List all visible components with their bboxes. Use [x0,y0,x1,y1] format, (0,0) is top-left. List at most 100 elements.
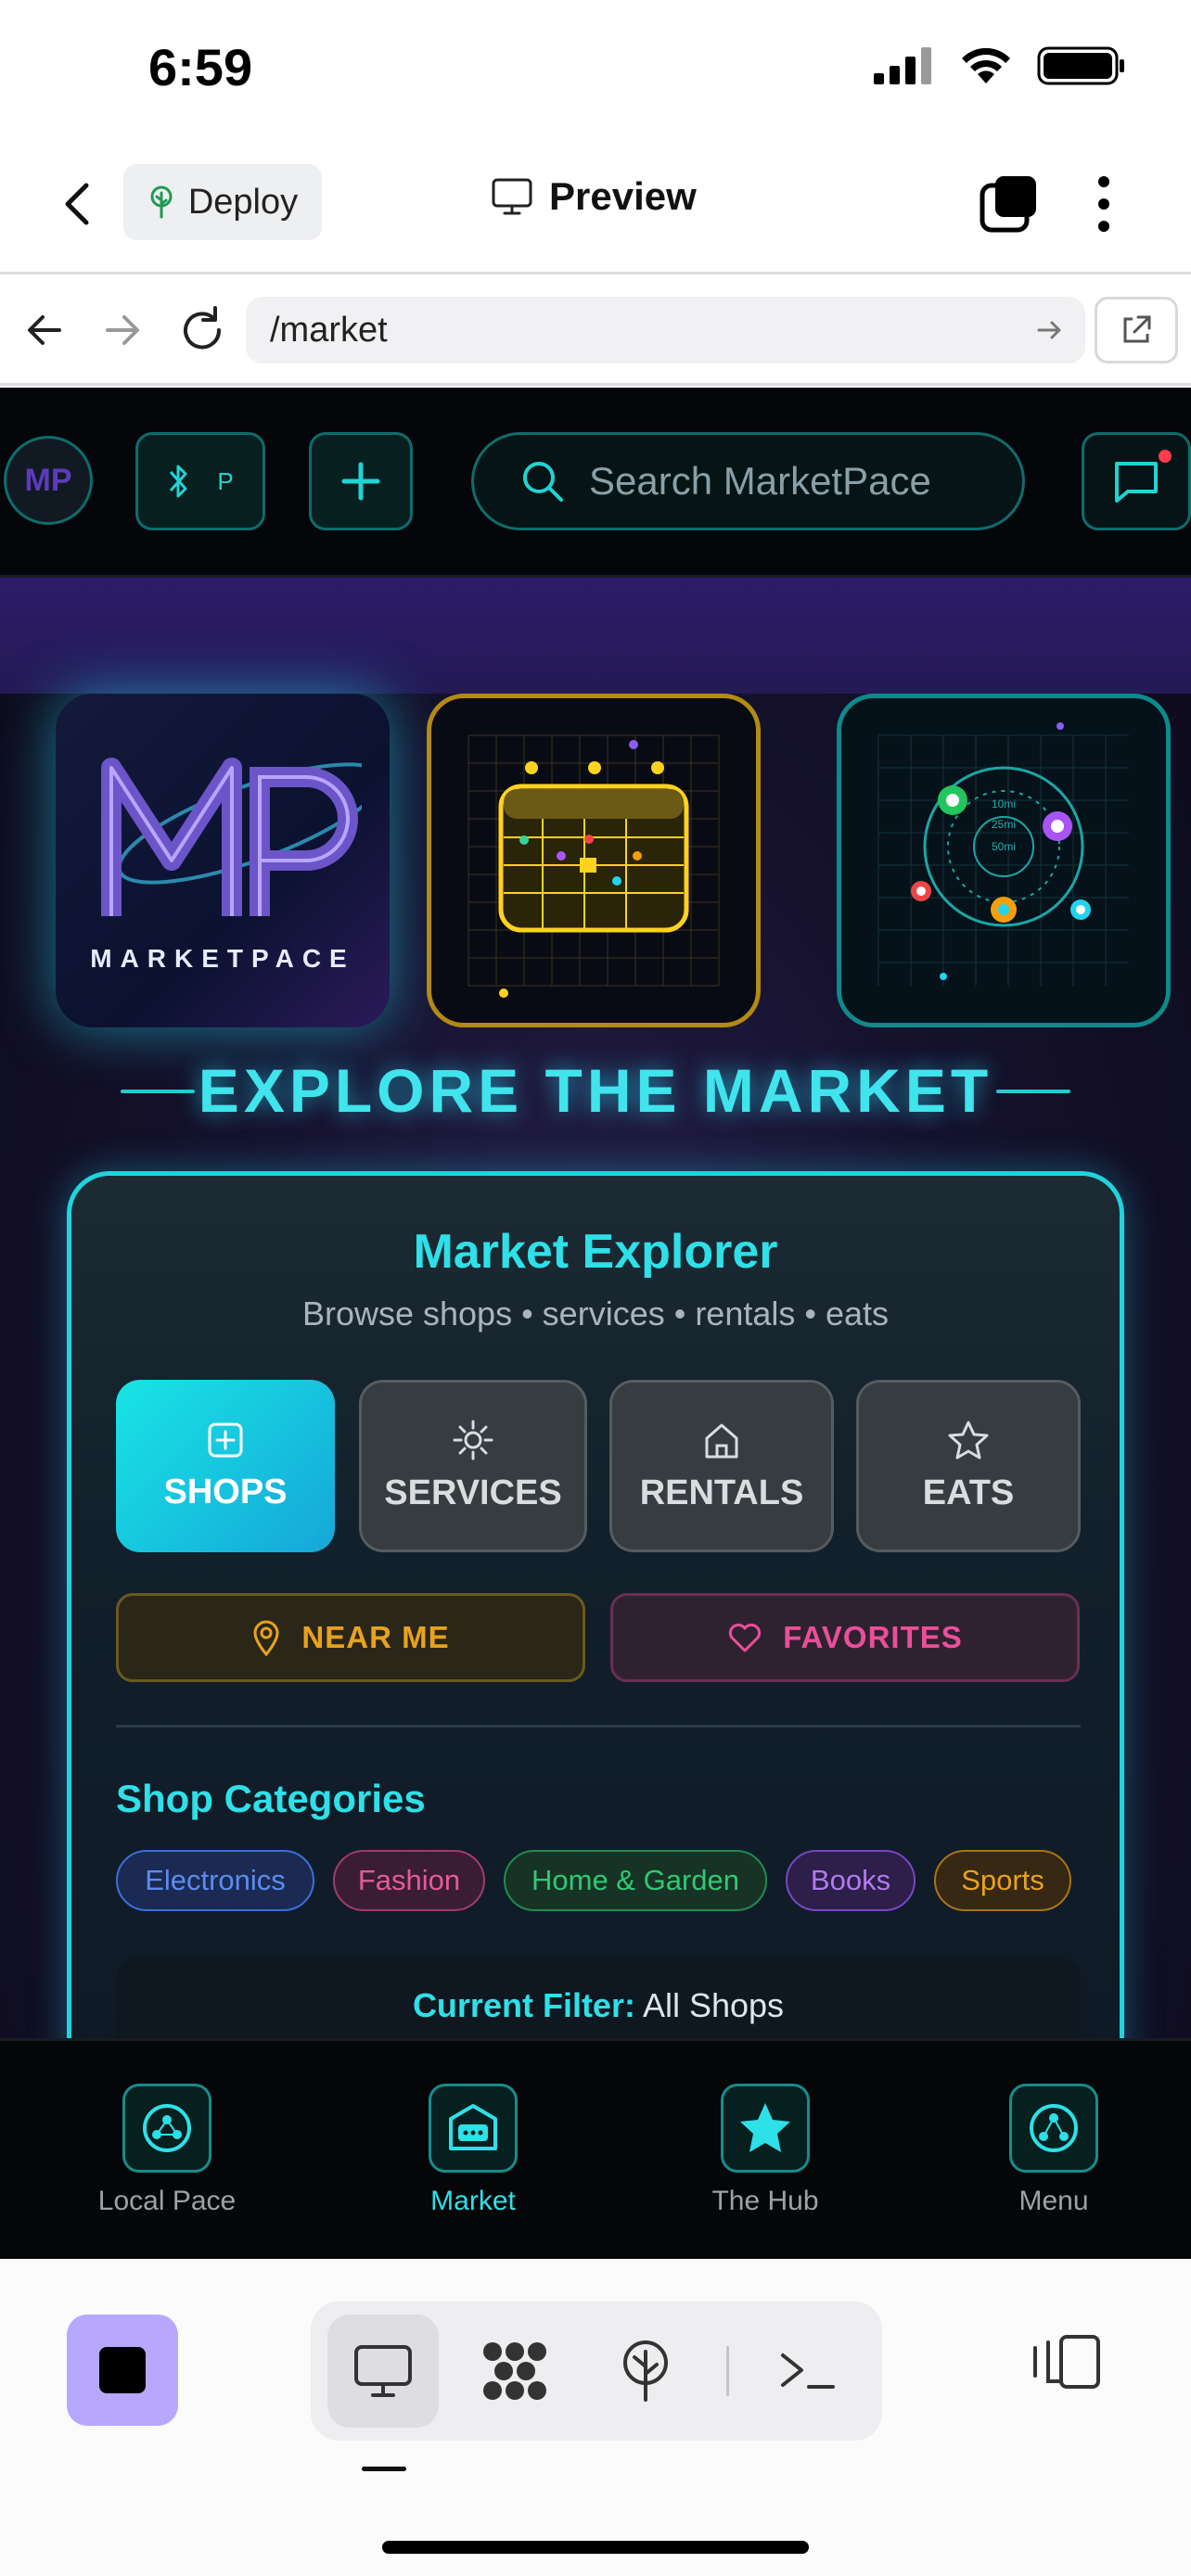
market-explorer-card: Market Explorer Browse shops • services … [67,1171,1124,2038]
divider [116,1725,1081,1728]
nav-icon-box [122,2084,211,2173]
nav-local-pace[interactable]: Local Pace [74,2084,260,2217]
tab-eats[interactable]: EATS [856,1380,1081,1552]
messages-button[interactable] [1082,432,1191,530]
external-link-icon [1123,315,1151,343]
star-icon [948,1421,989,1459]
search-icon [523,462,563,502]
network-icon [143,2104,191,2152]
star-icon [740,2103,790,2152]
category-tag-label: Books [810,1864,891,1896]
category-tag-sports[interactable]: Sports [934,1850,1071,1911]
active-mode-indicator [362,2467,406,2471]
avatar[interactable]: MP [4,436,93,525]
tab-rentals-label: RENTALS [639,1473,804,1512]
nav-the-hub[interactable]: The Hub [672,2084,858,2217]
category-tag-label: Home & Garden [531,1864,739,1896]
stop-icon [99,2347,146,2393]
sun-icon [453,1420,493,1460]
deploy-tree-icon [623,2340,668,2402]
notification-dot [1159,450,1172,463]
title-line-right [996,1090,1070,1093]
shop-categories-title: Shop Categories [116,1777,426,1820]
tab-rentals[interactable]: RENTALS [609,1380,834,1552]
store-icon [449,2104,497,2150]
status-icons [874,46,1126,85]
nav-market[interactable]: Market [380,2084,566,2217]
nav-menu[interactable]: Menu [961,2084,1146,2217]
favorites-button[interactable]: FAVORITES [610,1593,1080,1682]
preview-title: Preview [492,174,697,219]
nav-label: Market [430,2186,516,2216]
add-button[interactable] [309,432,413,530]
terminal-icon [781,2353,835,2389]
tab-shops[interactable]: SHOPS [116,1380,335,1552]
deploy-button[interactable]: Deploy [123,164,322,240]
stop-button[interactable] [67,2315,178,2426]
category-tag-label: Fashion [357,1864,461,1896]
url-go-arrow-icon[interactable] [1035,315,1065,345]
home-indicator [382,2541,809,2554]
svg-text:50mi: 50mi [992,840,1016,853]
category-tag-books[interactable]: Books [786,1850,916,1911]
near-me-label: NEAR ME [301,1620,450,1654]
site-header: MP P Search MarketPace [0,388,1191,578]
back-chevron-icon[interactable] [51,176,107,232]
svg-text:25mi: 25mi [992,818,1016,831]
current-filter-label: Current Filter: [412,1986,635,2024]
browser-back-icon[interactable] [22,308,67,352]
near-me-button[interactable]: NEAR ME [116,1593,585,1682]
category-tag-fashion[interactable]: Fashion [333,1850,485,1911]
url-text: /market [270,311,388,350]
svg-text:10mi: 10mi [992,797,1016,810]
tab-shops-label: SHOPS [163,1472,288,1511]
current-filter-panel: Current Filter: All Shops [116,1957,1081,2038]
category-tag-home-garden[interactable]: Home & Garden [504,1850,767,1911]
battery-icon [1037,46,1124,85]
nav-label: The Hub [711,2186,819,2216]
marketpace-logo-card[interactable]: MARKETPACE [56,694,390,1027]
tab-eats-label: EATS [922,1473,1015,1512]
deploy-mode-button[interactable] [590,2315,701,2428]
tab-services[interactable]: SERVICES [359,1380,587,1552]
workflow-nodes-icon [483,2342,546,2400]
app-header: Deploy Preview [0,139,1191,274]
category-tag-label: Sports [961,1864,1044,1896]
nav-label: Menu [1018,2186,1089,2216]
status-bar: 6:59 [0,0,1191,139]
plus-square-icon [208,1422,243,1457]
category-tag-label: Electronics [145,1864,286,1896]
open-external-button[interactable] [1095,297,1178,363]
map-radar-card[interactable]: 10mi 25mi 50mi [837,694,1171,1027]
split-layout-icon[interactable] [1030,2331,1104,2392]
deploy-tree-icon [150,185,173,219]
tab-services-label: SERVICES [384,1473,562,1512]
reload-icon[interactable] [176,304,228,356]
nav-icon-box [1009,2084,1098,2173]
more-vertical-icon[interactable] [1085,172,1122,236]
calendar-card[interactable] [427,694,761,1027]
search-input[interactable]: Search MarketPace [471,432,1025,530]
cellular-signal-icon [874,47,931,84]
favorites-label: FAVORITES [783,1620,963,1654]
current-filter: Current Filter: All Shops [116,1986,1081,2025]
chat-icon [1115,462,1158,503]
search-placeholder: Search MarketPace [589,459,931,503]
console-mode-button[interactable] [752,2315,864,2428]
logo-wordmark: MARKETPACE [90,944,355,973]
monitor-icon [492,178,532,215]
browser-forward-icon[interactable] [100,308,145,352]
bluetooth-button[interactable]: P [135,432,265,530]
web-content: MP P Search MarketPace MARKETPACE 10mi 2… [0,388,1191,2038]
plus-icon [341,462,380,501]
workflow-mode-button[interactable] [459,2315,570,2428]
current-filter-value: All Shops [642,1986,785,2024]
explorer-subtitle: Browse shops • services • rentals • eats [301,1294,890,1333]
url-field[interactable]: /market [246,297,1085,363]
heart-icon [729,1623,762,1652]
deploy-label: Deploy [187,182,299,222]
preview-mode-button[interactable] [327,2315,439,2428]
calendar-grid-icon [467,734,720,998]
category-tag-electronics[interactable]: Electronics [116,1850,314,1911]
tabs-switcher-icon[interactable] [979,174,1038,234]
